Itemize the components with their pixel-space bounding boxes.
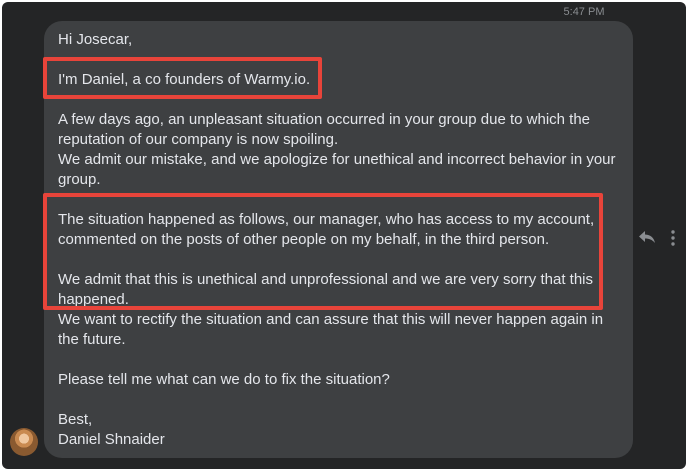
sender-avatar[interactable] <box>10 428 38 456</box>
message-line: reputation of our company is now spoilin… <box>58 131 339 148</box>
message-line: Hi Josecar, <box>58 31 133 48</box>
message-line: Daniel Shnaider <box>58 431 165 448</box>
message-line: A few days ago, an unpleasant situation … <box>58 111 591 128</box>
message-line: We want to rectify the situation and can… <box>58 311 604 328</box>
message-line: Best, <box>58 411 93 428</box>
message-line: the future. <box>58 331 126 348</box>
message-line: group. <box>58 171 101 188</box>
highlight-box-explanation <box>43 193 603 310</box>
reply-icon[interactable] <box>638 230 656 244</box>
more-options-icon[interactable] <box>670 230 676 246</box>
chat-window: 5:47 PM Hi Josecar, I'm Daniel, a co fou… <box>2 2 686 469</box>
message-timestamp: 5:47 PM <box>563 6 605 18</box>
message-line: We admit our mistake, and we apologize f… <box>58 151 616 168</box>
message-line: Please tell me what can we do to fix the… <box>58 371 390 388</box>
highlight-box-intro <box>43 57 322 99</box>
